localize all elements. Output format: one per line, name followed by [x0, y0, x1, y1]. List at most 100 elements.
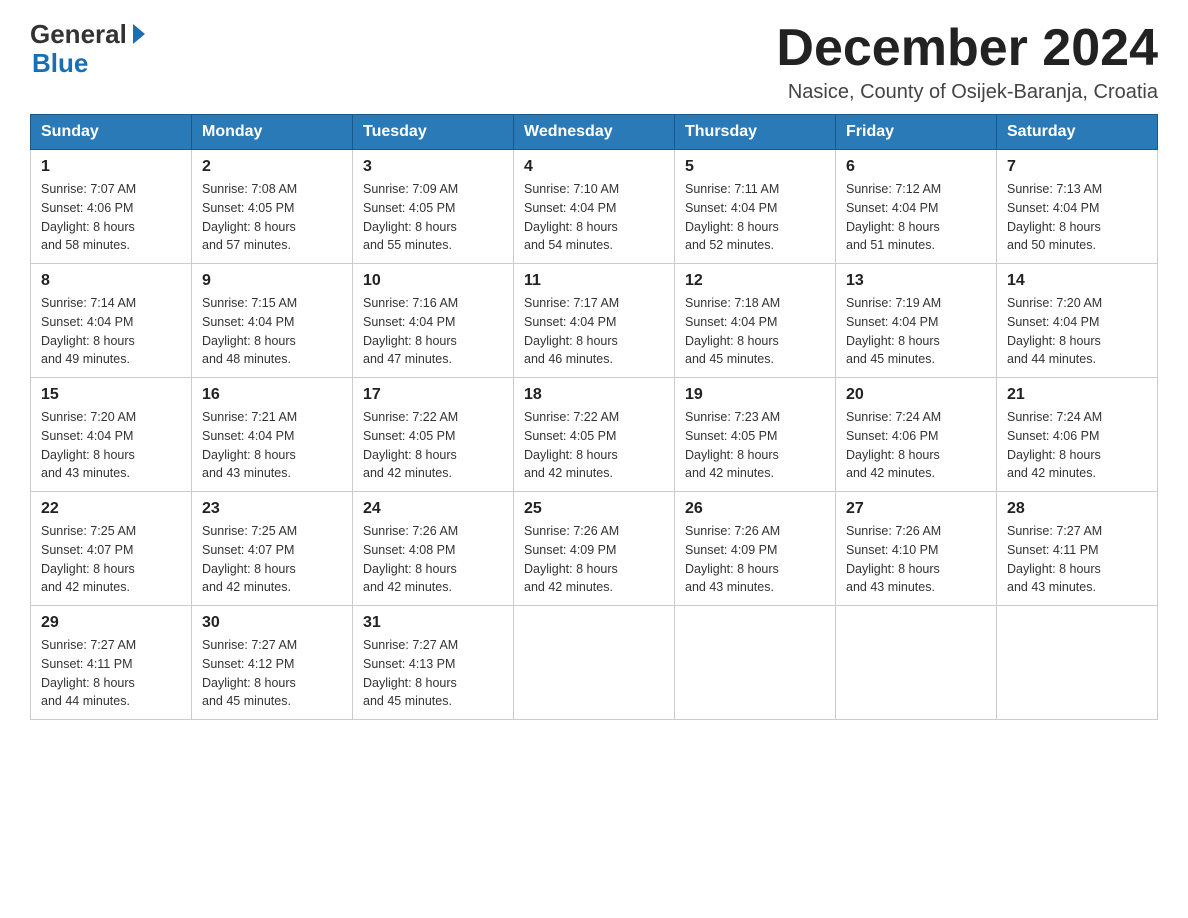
day-info: Sunrise: 7:25 AMSunset: 4:07 PMDaylight:… [202, 522, 342, 597]
calendar-cell: 26 Sunrise: 7:26 AMSunset: 4:09 PMDayligh… [675, 492, 836, 606]
day-info: Sunrise: 7:27 AMSunset: 4:11 PMDaylight:… [1007, 522, 1147, 597]
calendar-header-tuesday: Tuesday [353, 115, 514, 150]
page-header: General Blue December 2024 Nasice, Count… [30, 20, 1158, 104]
calendar-cell: 3 Sunrise: 7:09 AMSunset: 4:05 PMDaylight… [353, 150, 514, 264]
calendar-week-row: 15Sunrise: 7:20 AMSunset: 4:04 PMDayligh… [31, 378, 1158, 492]
calendar-cell [514, 606, 675, 720]
day-info: Sunrise: 7:12 AMSunset: 4:04 PMDaylight:… [846, 180, 986, 255]
calendar-cell: 15Sunrise: 7:20 AMSunset: 4:04 PMDayligh… [31, 378, 192, 492]
calendar-cell [836, 606, 997, 720]
day-number: 29 [41, 614, 181, 632]
day-number: 11 [524, 272, 664, 290]
day-info: Sunrise: 7:24 AMSunset: 4:06 PMDaylight:… [1007, 408, 1147, 483]
calendar-cell: 31 Sunrise: 7:27 AMSunset: 4:13 PMDayligh… [353, 606, 514, 720]
day-info: Sunrise: 7:16 AMSunset: 4:04 PMDaylight:… [363, 294, 503, 369]
day-number: 24 [363, 500, 503, 518]
day-info: Sunrise: 7:20 AMSunset: 4:04 PMDaylight:… [41, 408, 181, 483]
day-info: Sunrise: 7:11 AMSunset: 4:04 PMDaylight:… [685, 180, 825, 255]
calendar-header-monday: Monday [192, 115, 353, 150]
day-number: 17 [363, 386, 503, 404]
logo-general-text: General [30, 20, 145, 49]
day-info: Sunrise: 7:27 AMSunset: 4:13 PMDaylight:… [363, 636, 503, 711]
day-number: 25 [524, 500, 664, 518]
day-number: 6 [846, 158, 986, 176]
calendar-cell: 21 Sunrise: 7:24 AMSunset: 4:06 PMDayligh… [997, 378, 1158, 492]
calendar-header-thursday: Thursday [675, 115, 836, 150]
day-info: Sunrise: 7:26 AMSunset: 4:09 PMDaylight:… [685, 522, 825, 597]
calendar-cell: 5Sunrise: 7:11 AMSunset: 4:04 PMDaylight… [675, 150, 836, 264]
day-info: Sunrise: 7:08 AMSunset: 4:05 PMDaylight:… [202, 180, 342, 255]
calendar-header-friday: Friday [836, 115, 997, 150]
calendar-cell: 28 Sunrise: 7:27 AMSunset: 4:11 PMDayligh… [997, 492, 1158, 606]
calendar-table: SundayMondayTuesdayWednesdayThursdayFrid… [30, 114, 1158, 720]
day-number: 9 [202, 272, 342, 290]
calendar-cell: 22Sunrise: 7:25 AMSunset: 4:07 PMDayligh… [31, 492, 192, 606]
day-number: 23 [202, 500, 342, 518]
calendar-cell: 11 Sunrise: 7:17 AMSunset: 4:04 PMDayligh… [514, 264, 675, 378]
day-number: 3 [363, 158, 503, 176]
day-info: Sunrise: 7:18 AMSunset: 4:04 PMDaylight:… [685, 294, 825, 369]
logo-arrow-icon [133, 24, 145, 44]
calendar-cell: 18Sunrise: 7:22 AMSunset: 4:05 PMDayligh… [514, 378, 675, 492]
calendar-cell: 25 Sunrise: 7:26 AMSunset: 4:09 PMDayligh… [514, 492, 675, 606]
day-number: 26 [685, 500, 825, 518]
calendar-cell: 17Sunrise: 7:22 AMSunset: 4:05 PMDayligh… [353, 378, 514, 492]
calendar-header-row: SundayMondayTuesdayWednesdayThursdayFrid… [31, 115, 1158, 150]
day-number: 12 [685, 272, 825, 290]
day-info: Sunrise: 7:14 AMSunset: 4:04 PMDaylight:… [41, 294, 181, 369]
day-info: Sunrise: 7:26 AMSunset: 4:08 PMDaylight:… [363, 522, 503, 597]
day-number: 4 [524, 158, 664, 176]
day-info: Sunrise: 7:09 AMSunset: 4:05 PMDaylight:… [363, 180, 503, 255]
day-info: Sunrise: 7:24 AMSunset: 4:06 PMDaylight:… [846, 408, 986, 483]
day-info: Sunrise: 7:19 AMSunset: 4:04 PMDaylight:… [846, 294, 986, 369]
calendar-cell: 14 Sunrise: 7:20 AMSunset: 4:04 PMDayligh… [997, 264, 1158, 378]
calendar-cell: 9 Sunrise: 7:15 AMSunset: 4:04 PMDaylight… [192, 264, 353, 378]
calendar-cell: 13 Sunrise: 7:19 AMSunset: 4:04 PMDayligh… [836, 264, 997, 378]
day-info: Sunrise: 7:17 AMSunset: 4:04 PMDaylight:… [524, 294, 664, 369]
calendar-cell: 12 Sunrise: 7:18 AMSunset: 4:04 PMDayligh… [675, 264, 836, 378]
calendar-cell: 27 Sunrise: 7:26 AMSunset: 4:10 PMDayligh… [836, 492, 997, 606]
day-info: Sunrise: 7:25 AMSunset: 4:07 PMDaylight:… [41, 522, 181, 597]
calendar-cell: 2 Sunrise: 7:08 AMSunset: 4:05 PMDaylight… [192, 150, 353, 264]
calendar-cell: 7Sunrise: 7:13 AMSunset: 4:04 PMDaylight… [997, 150, 1158, 264]
calendar-header-wednesday: Wednesday [514, 115, 675, 150]
calendar-cell: 23 Sunrise: 7:25 AMSunset: 4:07 PMDayligh… [192, 492, 353, 606]
calendar-cell [997, 606, 1158, 720]
day-number: 1 [41, 158, 181, 176]
day-number: 13 [846, 272, 986, 290]
day-info: Sunrise: 7:27 AMSunset: 4:12 PMDaylight:… [202, 636, 342, 711]
day-number: 21 [1007, 386, 1147, 404]
day-number: 8 [41, 272, 181, 290]
day-info: Sunrise: 7:20 AMSunset: 4:04 PMDaylight:… [1007, 294, 1147, 369]
calendar-cell [675, 606, 836, 720]
day-info: Sunrise: 7:26 AMSunset: 4:10 PMDaylight:… [846, 522, 986, 597]
day-info: Sunrise: 7:15 AMSunset: 4:04 PMDaylight:… [202, 294, 342, 369]
day-info: Sunrise: 7:13 AMSunset: 4:04 PMDaylight:… [1007, 180, 1147, 255]
day-number: 10 [363, 272, 503, 290]
calendar-header-sunday: Sunday [31, 115, 192, 150]
logo: General Blue [30, 20, 145, 77]
calendar-cell: 24 Sunrise: 7:26 AMSunset: 4:08 PMDayligh… [353, 492, 514, 606]
calendar-header-saturday: Saturday [997, 115, 1158, 150]
day-info: Sunrise: 7:21 AMSunset: 4:04 PMDaylight:… [202, 408, 342, 483]
calendar-cell: 8 Sunrise: 7:14 AMSunset: 4:04 PMDaylight… [31, 264, 192, 378]
day-number: 16 [202, 386, 342, 404]
calendar-cell: 6 Sunrise: 7:12 AMSunset: 4:04 PMDaylight… [836, 150, 997, 264]
calendar-cell: 10 Sunrise: 7:16 AMSunset: 4:04 PMDayligh… [353, 264, 514, 378]
calendar-week-row: 29 Sunrise: 7:27 AMSunset: 4:11 PMDayligh… [31, 606, 1158, 720]
calendar-week-row: 8 Sunrise: 7:14 AMSunset: 4:04 PMDaylight… [31, 264, 1158, 378]
logo-blue-text: Blue [32, 49, 88, 78]
day-number: 28 [1007, 500, 1147, 518]
day-number: 31 [363, 614, 503, 632]
day-number: 14 [1007, 272, 1147, 290]
day-number: 19 [685, 386, 825, 404]
day-number: 2 [202, 158, 342, 176]
day-number: 20 [846, 386, 986, 404]
day-info: Sunrise: 7:27 AMSunset: 4:11 PMDaylight:… [41, 636, 181, 711]
calendar-cell: 16 Sunrise: 7:21 AMSunset: 4:04 PMDayligh… [192, 378, 353, 492]
day-number: 30 [202, 614, 342, 632]
day-info: Sunrise: 7:26 AMSunset: 4:09 PMDaylight:… [524, 522, 664, 597]
logo-general-label: General [30, 20, 127, 49]
calendar-cell: 1Sunrise: 7:07 AMSunset: 4:06 PMDaylight… [31, 150, 192, 264]
day-number: 27 [846, 500, 986, 518]
